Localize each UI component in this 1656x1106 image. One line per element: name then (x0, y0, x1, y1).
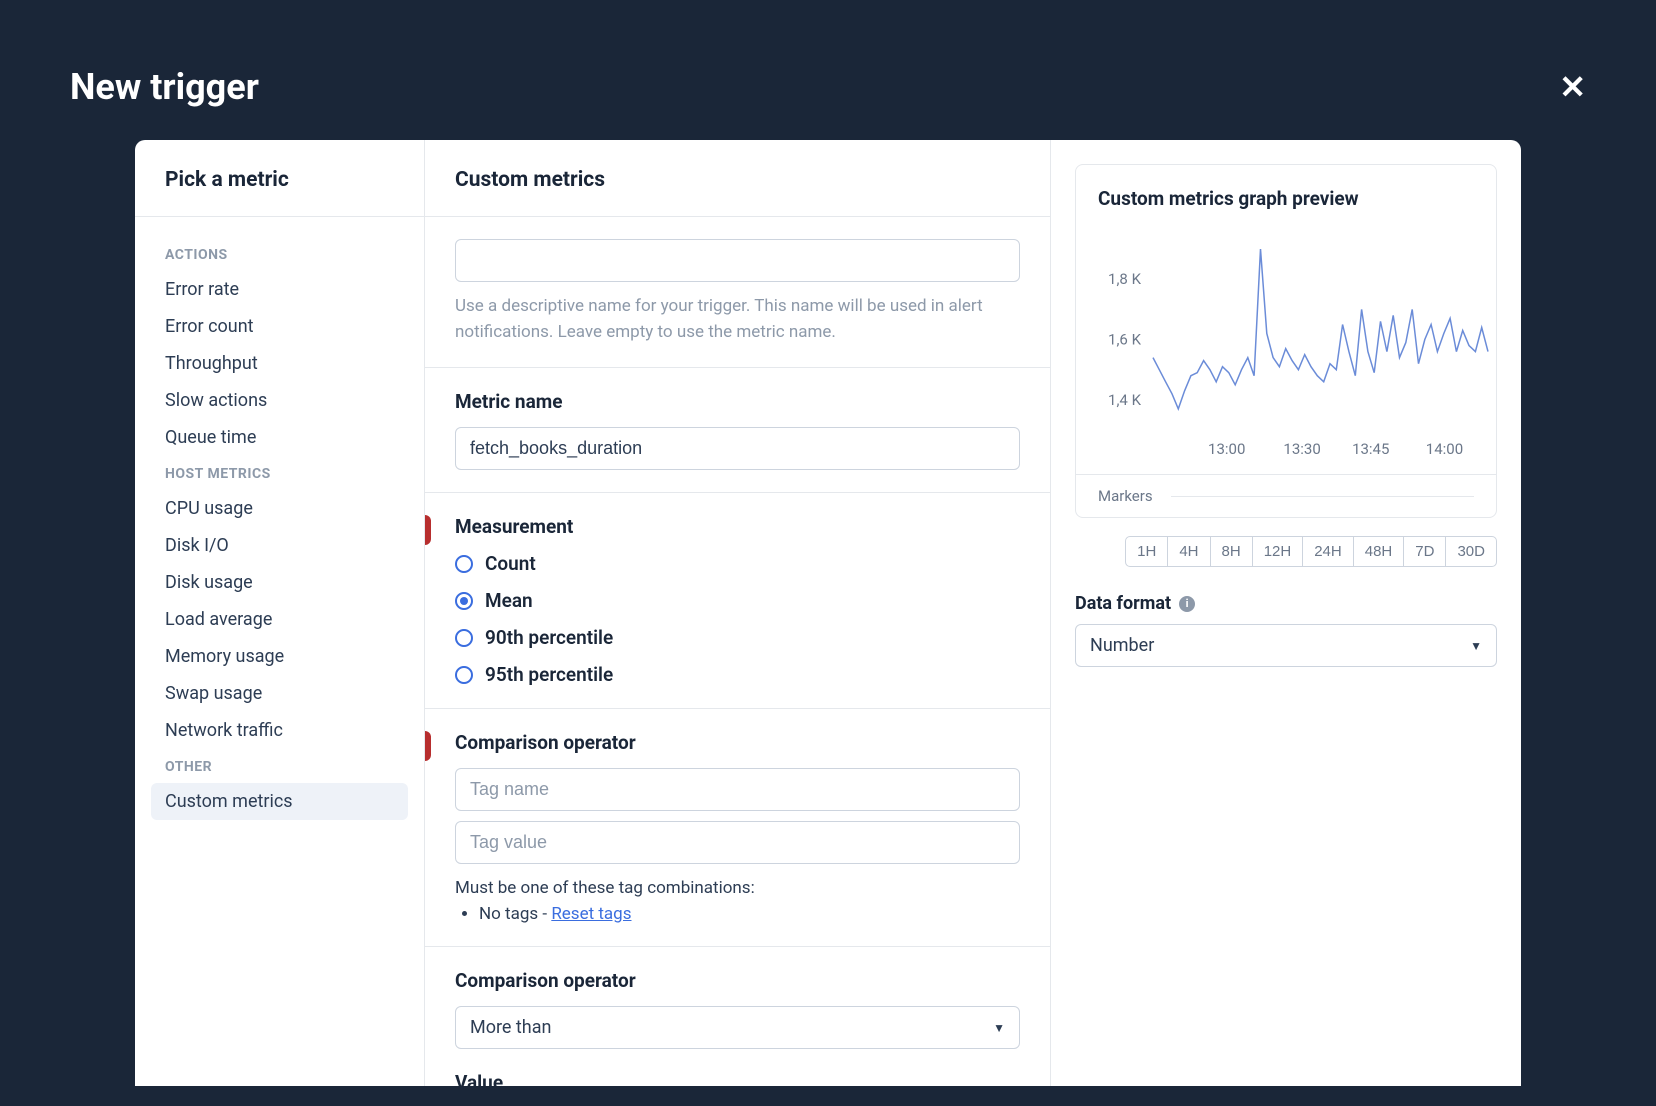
operator-select[interactable]: More than ▼ (455, 1006, 1020, 1049)
sidebar-item[interactable]: Slow actions (151, 382, 408, 419)
trigger-name-helper: Use a descriptive name for your trigger.… (455, 294, 1020, 345)
sidebar-title: Pick a metric (135, 140, 424, 217)
range-button[interactable]: 30D (1445, 536, 1497, 567)
svg-text:1,4 K: 1,4 K (1108, 391, 1142, 409)
range-button[interactable]: 7D (1403, 536, 1446, 567)
chart-preview: 1,8 K 1,6 K 1,4 K 13:00 13:30 13:45 14:00 (1076, 224, 1496, 474)
sidebar-item[interactable]: Custom metrics (151, 783, 408, 820)
range-button[interactable]: 12H (1252, 536, 1304, 567)
preview-title: Custom metrics graph preview (1076, 165, 1496, 224)
metric-name-input[interactable] (455, 427, 1020, 470)
sidebar-item[interactable]: Memory usage (151, 638, 408, 675)
markers-line (1171, 496, 1474, 497)
data-format-label: Data format (1075, 593, 1171, 614)
svg-text:1,6 K: 1,6 K (1108, 331, 1142, 349)
close-icon[interactable]: ✕ (1559, 68, 1586, 106)
reset-tags-link[interactable]: Reset tags (551, 904, 631, 924)
radio-icon (455, 592, 473, 610)
svg-text:1,8 K: 1,8 K (1108, 270, 1142, 288)
svg-text:14:00: 14:00 (1426, 440, 1463, 458)
measurement-option[interactable]: Count (455, 552, 1020, 575)
caret-down-icon: ▼ (993, 1021, 1005, 1035)
sidebar-item[interactable]: Queue time (151, 419, 408, 456)
sidebar-section-label: OTHER (151, 749, 408, 783)
measurement-label: Measurement (455, 515, 1020, 538)
main: Custom metrics Use a descriptive name fo… (425, 140, 1051, 1086)
radio-icon (455, 629, 473, 647)
range-button[interactable]: 4H (1167, 536, 1210, 567)
tag-value-input[interactable] (455, 821, 1020, 864)
trigger-name-input[interactable] (455, 239, 1020, 282)
markers-label: Markers (1098, 487, 1153, 505)
step-badge-3: 3 (425, 515, 431, 545)
sidebar-section-label: HOST METRICS (151, 456, 408, 490)
sidebar-item[interactable]: Error count (151, 308, 408, 345)
sidebar-item[interactable]: Disk I/O (151, 527, 408, 564)
operator-select-label: Comparison operator (455, 969, 1020, 992)
sidebar-item[interactable]: Throughput (151, 345, 408, 382)
tag-combinations-text: Must be one of these tag combinations: N… (455, 878, 1020, 924)
range-button[interactable]: 48H (1353, 536, 1405, 567)
caret-down-icon: ▼ (1470, 639, 1482, 653)
main-title: Custom metrics (425, 140, 1050, 217)
svg-text:13:45: 13:45 (1352, 440, 1389, 458)
value-label: Value (455, 1071, 1020, 1086)
svg-text:13:00: 13:00 (1208, 440, 1245, 458)
sidebar-item[interactable]: Load average (151, 601, 408, 638)
range-button[interactable]: 8H (1210, 536, 1253, 567)
sidebar-item[interactable]: Swap usage (151, 675, 408, 712)
data-format-select[interactable]: Number ▼ (1075, 624, 1497, 667)
step-badge-4: 4 (425, 731, 431, 761)
sidebar-section-label: ACTIONS (151, 237, 408, 271)
panel: Pick a metric ACTIONSError rateError cou… (135, 140, 1521, 1086)
svg-text:13:30: 13:30 (1283, 440, 1320, 458)
metric-name-label: Metric name (455, 390, 1020, 413)
radio-label: Mean (485, 589, 533, 612)
measurement-option[interactable]: 90th percentile (455, 626, 1020, 649)
radio-icon (455, 666, 473, 684)
info-icon[interactable]: i (1179, 596, 1195, 612)
sidebar-item[interactable]: Error rate (151, 271, 408, 308)
modal-title: New trigger (70, 66, 259, 108)
tag-name-input[interactable] (455, 768, 1020, 811)
radio-label: 95th percentile (485, 663, 613, 686)
comparison-label: Comparison operator (455, 731, 1020, 754)
sidebar-item[interactable]: Disk usage (151, 564, 408, 601)
radio-icon (455, 555, 473, 573)
sidebar-item[interactable]: CPU usage (151, 490, 408, 527)
range-button[interactable]: 24H (1302, 536, 1354, 567)
radio-label: 90th percentile (485, 626, 613, 649)
preview-panel: Custom metrics graph preview 1,8 K1,6 K1… (1051, 140, 1521, 1086)
sidebar: Pick a metric ACTIONSError rateError cou… (135, 140, 425, 1086)
measurement-option[interactable]: Mean (455, 589, 1020, 612)
range-button[interactable]: 1H (1125, 536, 1168, 567)
measurement-option[interactable]: 95th percentile (455, 663, 1020, 686)
sidebar-item[interactable]: Network traffic (151, 712, 408, 749)
radio-label: Count (485, 552, 536, 575)
